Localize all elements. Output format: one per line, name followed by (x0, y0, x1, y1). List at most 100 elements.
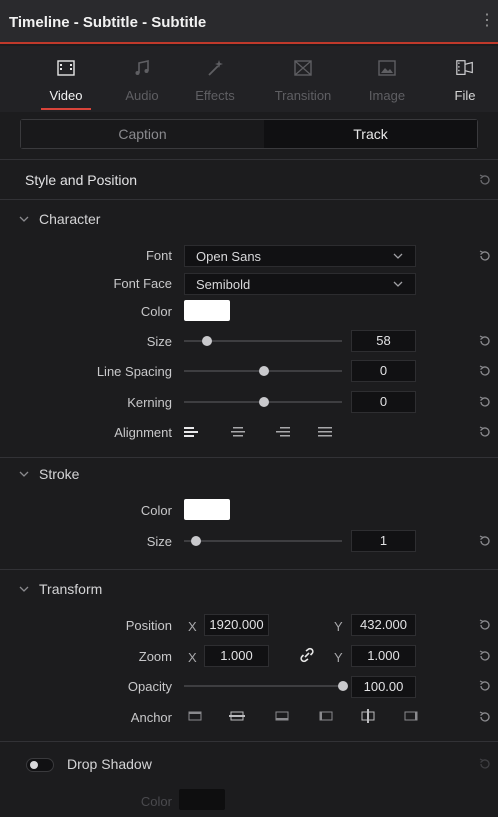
reset-icon[interactable] (478, 649, 492, 663)
kerning-slider-handle[interactable] (259, 397, 269, 407)
size-value-field[interactable]: 58 (351, 330, 416, 352)
opacity-label: Opacity (127, 679, 172, 694)
toggle-knob (30, 761, 38, 769)
transition-icon (294, 60, 312, 76)
reset-icon[interactable] (478, 618, 492, 632)
reset-icon[interactable] (478, 395, 492, 409)
tab-image[interactable]: Image (362, 46, 412, 112)
align-justify-icon[interactable] (318, 426, 332, 438)
opacity-slider-handle[interactable] (338, 681, 348, 691)
position-y-label: Y (334, 619, 343, 634)
align-left-icon[interactable] (184, 426, 198, 438)
character-section-title[interactable]: Character (39, 211, 100, 227)
active-tab-indicator (41, 108, 91, 110)
position-x-field[interactable]: 1920.000 (204, 614, 269, 636)
character-color-label: Color (140, 304, 172, 319)
reset-icon[interactable] (478, 334, 492, 348)
stroke-size-value-field[interactable]: 1 (351, 530, 416, 552)
zoom-x-field[interactable]: 1.000 (204, 645, 269, 667)
tab-audio[interactable]: Audio (117, 46, 167, 112)
position-x-label: X (188, 619, 197, 634)
anchor-center-icon[interactable] (360, 709, 376, 723)
font-face-value: Semibold (196, 277, 251, 292)
stroke-color-swatch[interactable] (184, 499, 230, 520)
tab-label: File (454, 88, 476, 103)
anchor-right-icon[interactable] (403, 709, 419, 723)
anchor-label: Anchor (130, 710, 172, 725)
panel-title-bar: Timeline - Subtitle - Subtitle ⋮ (0, 0, 498, 44)
tab-label: Video (49, 88, 83, 103)
opacity-slider-track[interactable] (184, 685, 342, 687)
position-y-field[interactable]: 432.000 (351, 614, 416, 636)
character-color-swatch[interactable] (184, 300, 230, 321)
music-note-icon (135, 60, 149, 75)
panel-title: Timeline - Subtitle - Subtitle (9, 14, 207, 31)
position-label: Position (125, 618, 172, 633)
chevron-down-icon[interactable] (18, 215, 30, 223)
align-right-icon[interactable] (276, 426, 290, 438)
anchor-top-icon[interactable] (187, 709, 203, 723)
tab-video[interactable]: Video (38, 46, 94, 112)
line-spacing-label: Line Spacing (96, 364, 172, 379)
font-label: Font (145, 248, 172, 263)
anchor-middle-icon[interactable] (229, 709, 245, 723)
align-center-icon[interactable] (231, 426, 245, 438)
zoom-label: Zoom (138, 649, 172, 664)
anchor-bottom-icon[interactable] (274, 709, 290, 723)
zoom-x-label: X (188, 650, 197, 665)
divider (0, 159, 498, 160)
chevron-down-icon (393, 281, 403, 287)
stroke-size-slider-track[interactable] (184, 540, 342, 542)
video-film-icon (57, 60, 75, 76)
size-label: Size (146, 334, 172, 349)
reset-icon[interactable] (478, 710, 492, 724)
drop-shadow-title: Drop Shadow (67, 756, 152, 772)
tab-effects[interactable]: Effects (188, 46, 242, 112)
caption-track-switch: Caption Track (20, 119, 478, 149)
font-value: Open Sans (196, 249, 262, 264)
zoom-y-field[interactable]: 1.000 (351, 645, 416, 667)
chevron-down-icon[interactable] (18, 470, 30, 478)
chevron-down-icon (393, 253, 403, 259)
drop-shadow-color-swatch (179, 789, 225, 810)
inspector-tabs: Video Audio Effects Transition Image Fil… (0, 46, 498, 112)
anchor-left-icon[interactable] (318, 709, 334, 723)
transform-section-title[interactable]: Transform (39, 581, 102, 597)
drop-shadow-toggle[interactable] (26, 758, 54, 772)
tab-file[interactable]: File (445, 46, 485, 112)
stroke-section-title[interactable]: Stroke (39, 466, 79, 482)
kerning-value-field[interactable]: 0 (351, 391, 416, 413)
reset-icon[interactable] (478, 534, 492, 548)
tab-label: Image (368, 88, 406, 103)
font-face-dropdown[interactable]: Semibold (184, 273, 416, 295)
drop-shadow-color-label: Color (140, 794, 172, 809)
divider (0, 457, 498, 458)
reset-icon[interactable] (478, 679, 492, 693)
zoom-y-label: Y (334, 650, 343, 665)
size-slider-handle[interactable] (202, 336, 212, 346)
caption-segment[interactable]: Caption (21, 120, 264, 148)
track-segment[interactable]: Track (264, 120, 477, 148)
reset-icon[interactable] (478, 425, 492, 439)
reset-icon[interactable] (478, 173, 492, 187)
reset-icon[interactable] (478, 249, 492, 263)
tab-transition[interactable]: Transition (268, 46, 338, 112)
reset-icon[interactable] (478, 364, 492, 378)
stroke-size-slider-handle[interactable] (191, 536, 201, 546)
divider (0, 569, 498, 570)
chevron-down-icon[interactable] (18, 585, 30, 593)
link-icon[interactable] (298, 647, 316, 663)
reset-icon[interactable] (478, 757, 492, 771)
image-icon (378, 60, 396, 76)
font-dropdown[interactable]: Open Sans (184, 245, 416, 267)
divider (0, 741, 498, 742)
line-spacing-value-field[interactable]: 0 (351, 360, 416, 382)
tab-label: Audio (125, 88, 159, 103)
divider (0, 199, 498, 200)
magic-wand-icon (208, 60, 223, 76)
file-film-icon (456, 60, 473, 75)
more-dots-icon[interactable]: ⋮ (479, 10, 495, 30)
opacity-value-field[interactable]: 100.00 (351, 676, 416, 698)
line-spacing-slider-handle[interactable] (259, 366, 269, 376)
alignment-label: Alignment (114, 425, 172, 440)
